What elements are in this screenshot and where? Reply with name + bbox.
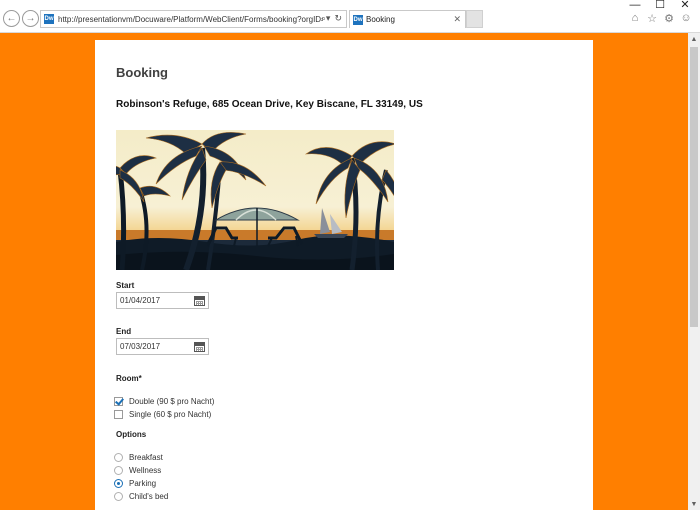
smiley-feedback-icon[interactable]: ☺	[680, 12, 692, 25]
tab-close-icon[interactable]: ✕	[453, 14, 461, 25]
favorites-star-icon[interactable]: ☆	[646, 12, 658, 25]
back-button[interactable]: ←	[3, 10, 20, 27]
search-dropdown-icon[interactable]: ⌕▾	[321, 13, 331, 24]
back-arrow-icon: ←	[6, 13, 17, 24]
close-window-button[interactable]: ✕	[670, 0, 700, 11]
end-date-value[interactable]: 07/03/2017	[120, 342, 160, 351]
room-option-double[interactable]: Double (90 $ pro Nacht)	[114, 396, 214, 407]
tab-title: Booking	[366, 15, 395, 24]
calendar-icon[interactable]	[194, 296, 205, 306]
option-radio-breakfast[interactable]	[114, 453, 123, 462]
url-text[interactable]: http://presentationvm/Docuware/Platform/…	[58, 15, 323, 24]
start-date-label: Start	[116, 281, 135, 290]
browser-chrome: — ☐ ✕ ← → Dw http://presentationvm/Docuw…	[0, 0, 700, 33]
form-title: Booking	[116, 65, 168, 80]
option-radio-childs-bed[interactable]	[114, 492, 123, 501]
option-label: Wellness	[129, 466, 162, 475]
address-bar[interactable]: Dw http://presentationvm/Docuware/Platfo…	[40, 10, 347, 28]
home-icon[interactable]: ⌂	[629, 12, 641, 25]
tab-favicon-icon: Dw	[353, 14, 363, 25]
site-favicon-icon: Dw	[44, 14, 54, 24]
forward-button[interactable]: →	[22, 10, 39, 27]
tab-booking[interactable]: Dw Booking ✕	[349, 10, 466, 28]
room-option-single[interactable]: Single (60 $ pro Nacht)	[114, 409, 211, 420]
room-option-label: Single (60 $ pro Nacht)	[129, 410, 212, 419]
option-label: Breakfast	[129, 453, 163, 462]
hotel-address: Robinson's Refuge, 685 Ocean Drive, Key …	[116, 99, 423, 110]
options-label: Options	[116, 430, 147, 439]
gear-icon[interactable]: ⚙	[663, 12, 675, 25]
end-date-label: End	[116, 327, 132, 336]
option-childs-bed[interactable]: Child's bed	[114, 491, 168, 502]
room-option-label: Double (90 $ pro Nacht)	[129, 397, 215, 406]
room-checkbox-single[interactable]	[114, 410, 123, 419]
option-wellness[interactable]: Wellness	[114, 465, 161, 476]
end-date-field[interactable]: 07/03/2017	[116, 338, 209, 355]
start-date-value[interactable]: 01/04/2017	[120, 296, 160, 305]
option-label: Child's bed	[129, 492, 169, 501]
scrollbar-thumb[interactable]	[690, 47, 698, 327]
option-radio-wellness[interactable]	[114, 466, 123, 475]
option-breakfast[interactable]: Breakfast	[114, 452, 163, 463]
new-tab-button[interactable]	[466, 10, 483, 28]
calendar-icon[interactable]	[194, 342, 205, 352]
room-checkbox-double[interactable]	[114, 397, 123, 406]
forward-arrow-icon: →	[25, 13, 36, 24]
room-label: Room*	[116, 374, 142, 383]
start-date-field[interactable]: 01/04/2017	[116, 292, 209, 309]
scroll-down-icon[interactable]: ▼	[688, 498, 700, 510]
page-viewport: Booking Robinson's Refuge, 685 Ocean Dri…	[0, 33, 688, 510]
beach-hero-image	[116, 130, 394, 270]
scroll-up-icon[interactable]: ▲	[688, 33, 700, 45]
vertical-scrollbar[interactable]: ▲ ▼	[688, 33, 700, 510]
option-parking[interactable]: Parking	[114, 478, 156, 489]
refresh-icon[interactable]: ↻	[334, 13, 342, 24]
option-radio-parking[interactable]	[114, 479, 123, 488]
option-label: Parking	[129, 479, 157, 488]
booking-form-panel: Booking Robinson's Refuge, 685 Ocean Dri…	[95, 40, 593, 510]
